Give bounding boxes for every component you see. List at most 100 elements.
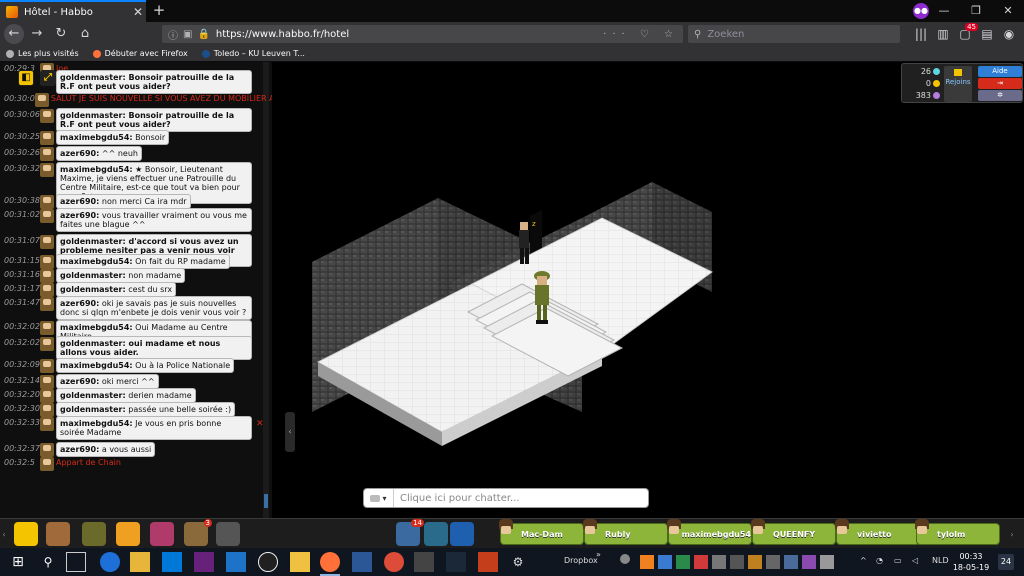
inventory-icon[interactable] — [150, 522, 174, 546]
chat-username[interactable]: azer690: — [60, 377, 99, 386]
chat-avatar[interactable] — [40, 195, 54, 209]
chat-bubble[interactable]: azer690: ^^ neuh — [56, 146, 142, 161]
chat-avatar[interactable] — [34, 93, 49, 107]
tray-icon-7[interactable] — [748, 555, 762, 569]
store-icon[interactable] — [162, 552, 182, 572]
chat-avatar[interactable] — [40, 147, 54, 161]
chat-avatar[interactable] — [40, 457, 54, 471]
chat-bubble[interactable]: azer690: oki je savais pas je suis nouve… — [56, 296, 252, 320]
maximize-button[interactable]: ❐ — [960, 0, 992, 22]
chat-avatar[interactable] — [40, 375, 54, 389]
chat-username[interactable]: maximebgdu54: — [60, 361, 133, 370]
new-tab-button[interactable]: + — [148, 0, 170, 22]
visual-studio-icon[interactable] — [194, 552, 214, 572]
toolbar-expand-icon[interactable]: › — [1008, 525, 1016, 545]
edge-icon[interactable] — [100, 552, 120, 572]
bookmark-toledo[interactable]: Toledo – KU Leuven T... — [201, 49, 305, 58]
chat-input[interactable] — [394, 492, 634, 504]
chat-username[interactable]: goldenmaster: — [60, 111, 126, 120]
tray-app-icon[interactable] — [620, 554, 630, 564]
resize-chat-button[interactable]: ⤢ — [40, 70, 56, 86]
camera-icon[interactable] — [216, 522, 240, 546]
network-icon[interactable]: ◔ — [876, 556, 883, 565]
toolbar-collapse-icon[interactable]: ‹ — [0, 525, 8, 545]
chat-avatar[interactable] — [40, 321, 54, 335]
chat-history-panel[interactable]: 00:29:3 Joe goldenmaster: Bonsoir patrouil… — [0, 62, 272, 518]
friend-tylolm[interactable]: tylolm — [915, 519, 1000, 545]
exit-icon[interactable]: ⇥ — [978, 78, 1022, 89]
tray-icon-8[interactable] — [766, 555, 780, 569]
word-icon[interactable] — [352, 552, 372, 572]
friend-queenfy[interactable]: QUEENFY — [751, 519, 836, 545]
home-icon[interactable]: ⌂ — [74, 23, 96, 45]
chat-username[interactable]: goldenmaster: — [60, 271, 126, 280]
chat-avatar[interactable] — [40, 403, 54, 417]
sidebar-icon[interactable]: ▥ — [932, 27, 954, 41]
hotel-view-icon[interactable] — [46, 522, 70, 546]
chat-username[interactable]: goldenmaster: — [60, 285, 126, 294]
tray-icon-2[interactable] — [658, 555, 672, 569]
tray-icon-9[interactable] — [784, 555, 798, 569]
tab-close-icon[interactable]: ✕ — [130, 5, 146, 19]
chat-input-box[interactable]: ▾ — [363, 488, 649, 508]
bookmark-most-visited[interactable]: Les plus visités — [6, 49, 79, 58]
chat-avatar[interactable] — [40, 109, 54, 123]
mail-icon[interactable] — [290, 552, 310, 572]
rooms-navigator-icon[interactable] — [82, 522, 106, 546]
extension-icon[interactable]: ▢ 45 — [954, 23, 978, 41]
chat-bubble[interactable]: goldenmaster: derien madame — [56, 388, 196, 403]
calculator-icon[interactable] — [226, 552, 246, 572]
notification-center-icon[interactable]: 24 — [998, 554, 1014, 570]
steam-icon[interactable] — [446, 552, 466, 572]
powerpoint-icon[interactable] — [478, 552, 498, 572]
chat-avatar[interactable] — [40, 269, 54, 283]
chat-username[interactable]: azer690: — [60, 149, 99, 158]
tray-overflow-icon[interactable]: » — [596, 550, 601, 559]
chat-bubble[interactable]: maximebgdu54: Je vous en pris bonne soir… — [56, 416, 252, 440]
chat-username[interactable]: maximebgdu54: — [60, 323, 133, 332]
chat-bubble[interactable]: goldenmaster: passée une belle soirée :) — [56, 402, 236, 417]
chat-avatar[interactable] — [40, 443, 54, 457]
permissions-icon[interactable]: ▣ — [183, 29, 192, 40]
tray-icon-10[interactable] — [802, 555, 816, 569]
task-view-icon[interactable] — [66, 552, 86, 572]
chat-username[interactable]: maximebgdu54: — [60, 133, 133, 142]
close-window-button[interactable]: ✕ — [992, 0, 1024, 22]
language-indicator[interactable]: NLD — [932, 556, 949, 565]
chat-bubble[interactable]: azer690: oki merci ^^ — [56, 374, 159, 389]
chat-bubble[interactable]: azer690: a vous aussi — [56, 442, 156, 457]
url-text[interactable]: https://www.habbo.fr/hotel — [216, 29, 603, 40]
shop-icon[interactable] — [116, 522, 140, 546]
bookmark-getting-started[interactable]: Débuter avec Firefox — [92, 49, 188, 58]
tray-icon-3[interactable] — [676, 555, 690, 569]
friend-maximebgdu54[interactable]: maximebgdu54 — [666, 519, 752, 545]
chat-bubble[interactable]: maximebgdu54: On fait du RP madame — [56, 254, 230, 269]
tray-icon-11[interactable] — [820, 555, 834, 569]
chat-avatar[interactable] — [40, 163, 54, 177]
chat-username[interactable]: maximebgdu54: — [60, 165, 133, 174]
reload-icon[interactable]: ↻ — [50, 23, 72, 45]
url-bar[interactable]: ⓘ ▣ 🔒 https://www.habbo.fr/hotel ··· ♡ ☆ — [162, 25, 683, 43]
minimize-button[interactable]: — — [928, 0, 960, 22]
chat-avatar[interactable] — [40, 389, 54, 403]
room-view[interactable]: z — [272, 62, 1024, 518]
chat-bubble[interactable]: goldenmaster: non madame — [56, 268, 186, 283]
chat-username[interactable]: azer690: — [60, 211, 99, 220]
forward-arrow-icon[interactable]: → — [26, 23, 48, 45]
chat-username[interactable]: goldenmaster: — [60, 73, 126, 82]
avatar-icon[interactable]: 3 — [184, 519, 212, 546]
chat-scroll-thumb[interactable] — [264, 494, 268, 508]
chat-username[interactable]: goldenmaster: — [60, 237, 126, 246]
close-icon[interactable]: ✕ — [256, 416, 264, 429]
battery-icon[interactable]: ▭ — [894, 556, 902, 565]
friend-mac-dam[interactable]: Mac-Dam — [499, 519, 584, 545]
join-club-button[interactable]: Rejoins — [944, 66, 972, 102]
chat-avatar[interactable] — [40, 209, 54, 223]
tray-icon-5[interactable] — [712, 555, 726, 569]
chat-style-selector[interactable]: ▾ — [364, 489, 394, 507]
app-icon[interactable] — [414, 552, 434, 572]
settings-gear-icon[interactable]: ✲ — [978, 90, 1022, 101]
settings-gear-icon[interactable]: ⚙ — [508, 552, 528, 572]
start-windows-icon[interactable]: ⊞ — [8, 552, 28, 572]
tray-icon-1[interactable] — [640, 555, 654, 569]
